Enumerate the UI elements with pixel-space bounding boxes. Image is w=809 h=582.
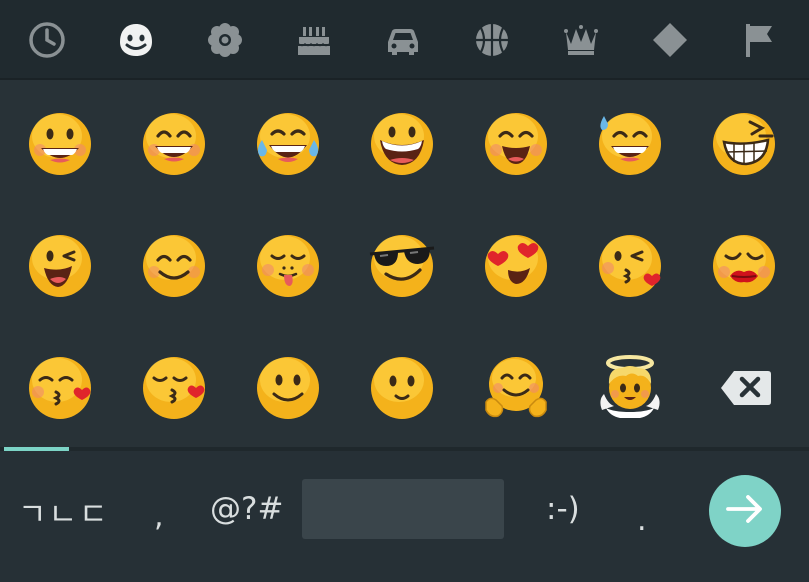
recent-clock-icon [27, 20, 67, 60]
tab-celebration[interactable] [289, 14, 339, 66]
emoji-tears-of-joy[interactable] [252, 108, 324, 180]
enter-button[interactable] [709, 475, 781, 547]
tab-flags[interactable] [734, 14, 784, 66]
period-key[interactable]: . [637, 503, 647, 538]
tab-recent[interactable] [22, 14, 72, 66]
emoji-winking-tongue[interactable] [24, 230, 96, 302]
emoji-kissing-heart[interactable] [594, 230, 666, 302]
birthday-cake-icon [294, 20, 334, 60]
emoji-beaming-squint[interactable] [708, 108, 780, 180]
keyboard-bottom-bar: ㄱㄴㄷ , @?# :-) . [0, 451, 809, 582]
emoji-grinning-sweat[interactable] [594, 108, 666, 180]
space-bar[interactable] [302, 479, 504, 539]
crown-icon [561, 20, 601, 60]
emoji-grinning-smiling-eyes[interactable] [138, 108, 210, 180]
tab-activity[interactable] [467, 14, 517, 66]
comma-key[interactable]: , [154, 499, 164, 534]
backspace-key[interactable] [710, 352, 782, 424]
tab-objects[interactable] [556, 14, 606, 66]
emoji-heart-eyes[interactable] [480, 230, 552, 302]
emoticon-key[interactable]: :-) [546, 491, 580, 527]
tab-travel[interactable] [378, 14, 428, 66]
emoji-smiling-eyes[interactable] [138, 230, 210, 302]
emoji-kissing-heart-eyes-closed[interactable] [24, 352, 96, 424]
smiley-face-icon [114, 18, 158, 62]
emoji-savoring-tongue[interactable] [252, 230, 324, 302]
emoji-category-bar [0, 0, 809, 80]
emoji-hugging-face[interactable] [480, 352, 552, 424]
tab-symbols[interactable] [645, 14, 695, 66]
emoji-smiling-face[interactable] [366, 352, 438, 424]
emoji-grinning-squinting[interactable] [366, 108, 438, 180]
emoji-angel-halo[interactable] [594, 352, 666, 424]
backspace-icon [720, 368, 772, 408]
flag-icon [739, 20, 779, 60]
symbols-key[interactable]: @?# [210, 491, 283, 527]
tab-smileys[interactable] [111, 14, 161, 66]
tab-nature[interactable] [200, 14, 250, 66]
basketball-icon [472, 20, 512, 60]
emoji-grinning-face[interactable] [24, 108, 96, 180]
emoji-cool-sunglasses[interactable] [366, 230, 438, 302]
emoji-slightly-smiling[interactable] [252, 352, 324, 424]
emoji-red-lips-kiss[interactable] [708, 230, 780, 302]
emoji-smiling-open-mouth[interactable] [480, 108, 552, 180]
language-switch-key[interactable]: ㄱㄴㄷ [18, 489, 110, 534]
arrow-right-icon [725, 493, 765, 529]
emoji-grid [0, 80, 809, 448]
emoji-kissing-closed-eyes-heart[interactable] [138, 352, 210, 424]
diamond-icon [650, 20, 690, 60]
flower-icon [205, 20, 245, 60]
car-icon [382, 20, 424, 60]
